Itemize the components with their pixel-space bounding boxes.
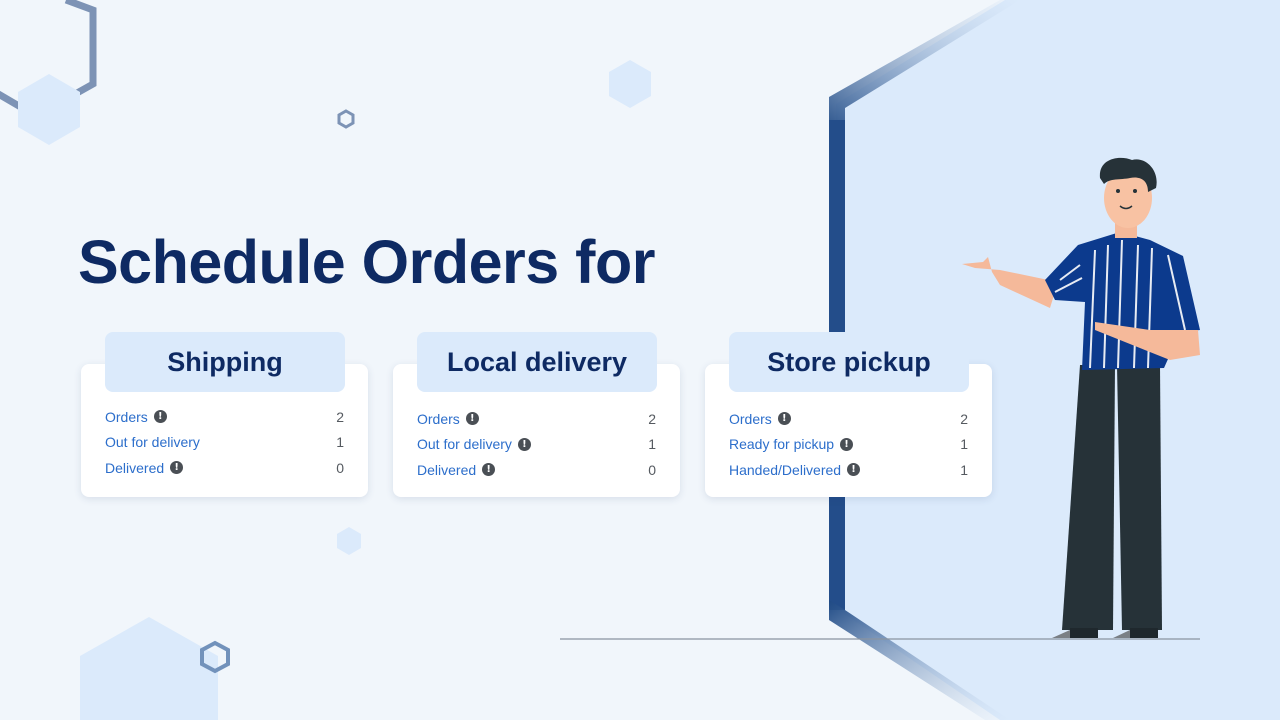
card-row: Ready for pickup! 1: [729, 432, 968, 458]
card-row: Orders! 2: [105, 404, 344, 430]
info-icon[interactable]: !: [840, 437, 854, 451]
card-row: Out for delivery 1: [105, 430, 344, 456]
row-value: 0: [336, 459, 344, 476]
page-headline: Schedule Orders for: [78, 228, 655, 296]
hex-tiny-outline: [337, 109, 355, 129]
row-value: 1: [960, 461, 968, 478]
hex-bottom-large: [80, 617, 218, 720]
shipping-card-title: Shipping: [105, 332, 345, 392]
info-icon[interactable]: !: [170, 461, 184, 475]
card-row: Orders! 2: [417, 406, 656, 432]
row-value: 1: [960, 436, 968, 453]
info-icon[interactable]: !: [847, 463, 861, 477]
row-label-link[interactable]: Ready for pickup: [729, 436, 834, 452]
info-icon[interactable]: !: [482, 463, 496, 477]
info-icon[interactable]: !: [153, 410, 167, 424]
row-label-link[interactable]: Out for delivery: [417, 436, 512, 452]
row-label-link[interactable]: Orders: [105, 409, 148, 425]
hex-small-fill: [18, 74, 80, 145]
row-value: 0: [648, 461, 656, 478]
row-label-link[interactable]: Delivered: [417, 462, 476, 478]
row-label-link[interactable]: Orders: [729, 411, 772, 427]
info-icon[interactable]: !: [465, 412, 479, 426]
row-value: 2: [336, 408, 344, 425]
card-row: Orders! 2: [729, 406, 968, 432]
row-label-link[interactable]: Orders: [417, 411, 460, 427]
hex-top-mid: [609, 60, 651, 108]
row-value: 1: [336, 434, 344, 451]
row-value: 2: [960, 410, 968, 427]
hex-mid-small: [337, 527, 361, 555]
store-pickup-card-title: Store pickup: [729, 332, 969, 392]
row-label-link[interactable]: Out for delivery: [105, 434, 200, 450]
row-label-link[interactable]: Delivered: [105, 460, 164, 476]
card-row: Handed/Delivered! 1: [729, 457, 968, 483]
card-row: Out for delivery! 1: [417, 432, 656, 458]
row-value: 2: [648, 410, 656, 427]
row-value: 1: [648, 436, 656, 453]
local-delivery-card-title: Local delivery: [417, 332, 657, 392]
row-label-link[interactable]: Handed/Delivered: [729, 462, 841, 478]
card-row: Delivered! 0: [417, 457, 656, 483]
card-row: Delivered! 0: [105, 455, 344, 481]
info-icon[interactable]: !: [777, 412, 791, 426]
info-icon[interactable]: !: [517, 437, 531, 451]
